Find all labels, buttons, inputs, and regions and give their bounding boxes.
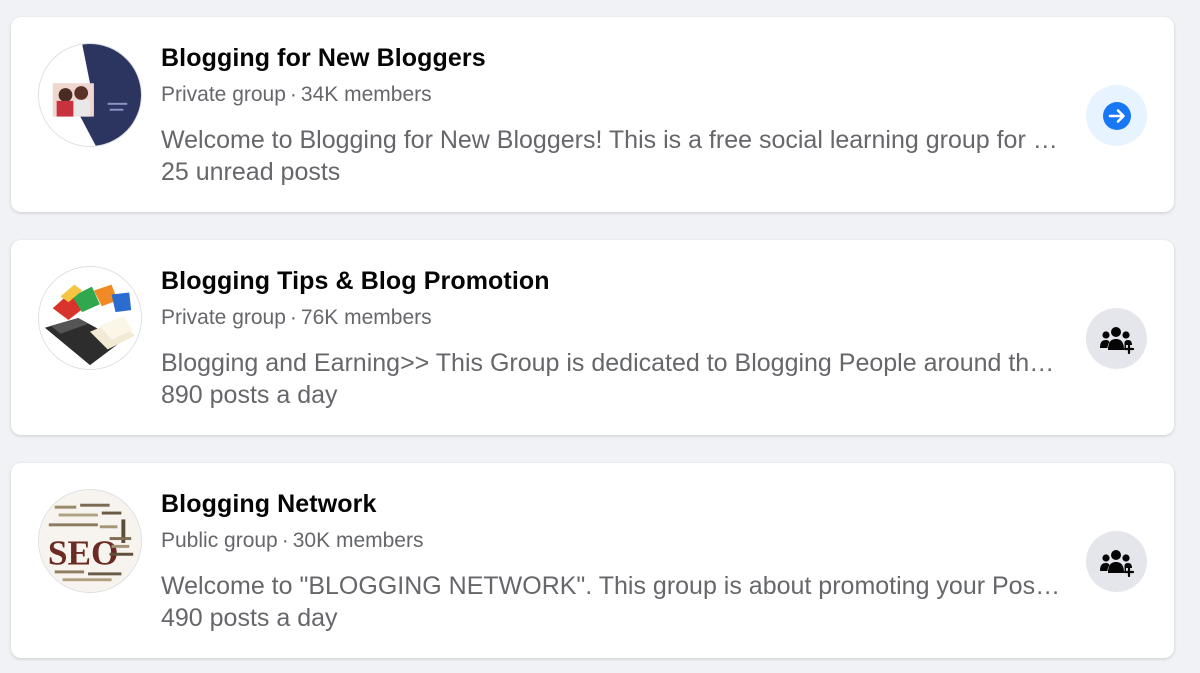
group-name[interactable]: Blogging Tips & Blog Promotion	[161, 266, 1081, 296]
group-name[interactable]: Blogging Network	[161, 489, 1081, 519]
group-avatar[interactable]	[38, 43, 142, 147]
group-activity: 25 unread posts	[161, 158, 341, 186]
group-meta: Public group · 30K members	[161, 528, 1081, 554]
group-avatar[interactable]: SEO	[38, 489, 142, 593]
group-name[interactable]: Blogging for New Bloggers	[161, 43, 1081, 73]
group-activity: 490 posts a day	[161, 604, 338, 632]
group-privacy: Private group	[161, 83, 286, 106]
group-description: Blogging and Earning>> This Group is ded…	[161, 349, 1066, 377]
group-avatar[interactable]	[38, 266, 142, 370]
group-card[interactable]: Blogging Tips & Blog Promotion Private g…	[11, 240, 1174, 435]
group-members: 76K members	[300, 306, 432, 329]
group-privacy: Private group	[161, 306, 286, 329]
group-avatar-image	[39, 44, 141, 146]
group-meta: Private group · 34K members	[161, 82, 1081, 108]
group-members: 34K members	[300, 83, 432, 106]
join-group-button[interactable]	[1086, 531, 1147, 592]
meta-separator: ·	[289, 83, 297, 106]
seo-word: SEO	[48, 534, 119, 573]
group-privacy: Public group	[161, 529, 278, 552]
group-meta: Private group · 76K members	[161, 305, 1081, 331]
go-to-group-button[interactable]	[1086, 85, 1147, 146]
group-list: Blogging for New Bloggers Private group ·…	[0, 0, 1200, 673]
group-description: Welcome to "BLOGGING NETWORK". This grou…	[161, 572, 1066, 600]
arrow-right-icon	[1102, 101, 1131, 130]
group-avatar-image: SEO	[39, 490, 141, 592]
group-avatar-image	[39, 267, 141, 369]
join-group-icon	[1099, 549, 1134, 577]
group-activity: 890 posts a day	[161, 381, 338, 409]
group-members: 30K members	[292, 529, 424, 552]
join-group-icon	[1099, 326, 1134, 354]
meta-separator: ·	[281, 529, 289, 552]
group-description: Welcome to Blogging for New Bloggers! Th…	[161, 126, 1066, 154]
join-group-button[interactable]	[1086, 308, 1147, 369]
group-card[interactable]: SEO Blogging Network Public group · 30K me…	[11, 463, 1174, 658]
group-card[interactable]: Blogging for New Bloggers Private group ·…	[11, 17, 1174, 212]
meta-separator: ·	[289, 306, 297, 329]
